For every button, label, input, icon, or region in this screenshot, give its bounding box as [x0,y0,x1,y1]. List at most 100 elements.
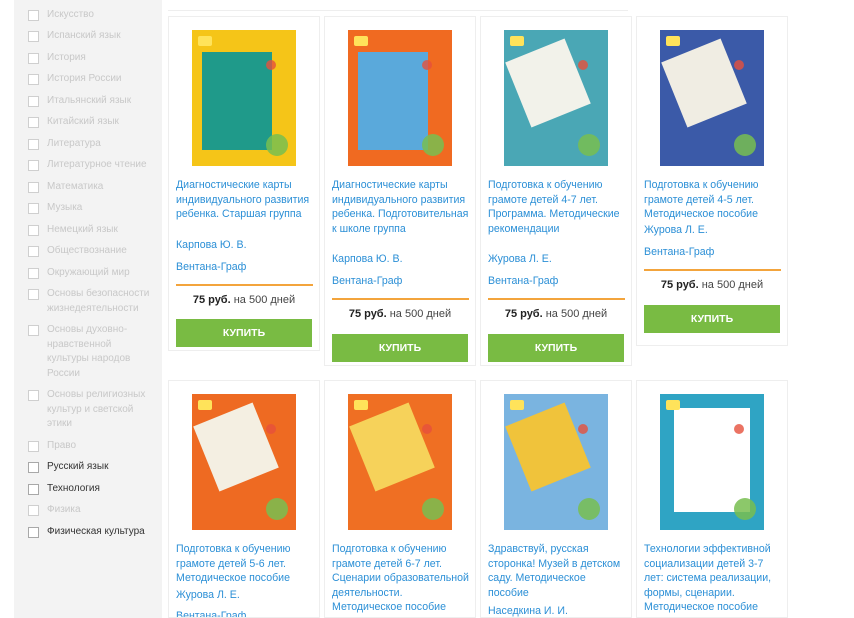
filter-label: История России [47,73,122,84]
product-price: 75 руб. на 500 дней [637,279,787,291]
filter-checkbox[interactable] [28,390,39,401]
product-card: Диагностические карты индивидуального ра… [168,16,320,351]
filter-checkbox[interactable] [28,267,39,279]
product-publisher-link[interactable]: Вентана-Граф [332,274,402,288]
price-divider [644,269,781,271]
product-card: Подготовка к обучению грамоте детей 5-6 … [168,380,320,618]
filter-item[interactable]: Искусство [14,8,162,30]
filter-checkbox[interactable] [28,31,39,42]
filter-item[interactable]: Окружающий мир [14,266,162,288]
filter-item[interactable]: История России [14,72,162,94]
filter-label: Окружающий мир [47,266,130,278]
price-period: на 500 дней [389,308,452,320]
filter-label: Музыка [47,202,83,213]
product-publisher-link[interactable]: Вентана-Граф [176,260,246,274]
filter-item[interactable]: Физика [14,503,162,525]
product-title-link[interactable]: Диагностические карты индивидуального ра… [332,178,471,236]
filter-item[interactable]: Физическая культура [14,525,162,547]
product-title-link[interactable]: Диагностические карты индивидуального ра… [176,178,315,222]
buy-button[interactable]: КУПИТЬ [332,334,468,362]
filter-item[interactable]: Русский язык [14,460,162,482]
filter-checkbox[interactable] [28,505,39,516]
filter-checkbox[interactable] [28,117,39,128]
product-title-link[interactable]: Технологии эффективной социализации дете… [644,542,783,615]
filter-item[interactable]: История [14,51,162,73]
filter-item[interactable]: Музыка [14,201,162,223]
product-author-link[interactable]: Журова Л. Е. [644,223,708,237]
product-author-link[interactable]: Журова Л. Е. [176,588,240,602]
book-cover-image[interactable] [192,30,296,166]
filter-label: Литературное чтение [47,159,147,170]
filter-label: Испанский язык [47,30,121,41]
filter-checkbox[interactable] [28,246,39,257]
filter-checkbox[interactable] [28,289,39,300]
book-cover-image[interactable] [504,394,608,530]
buy-button[interactable]: КУПИТЬ [644,305,780,333]
filter-item[interactable]: Астрономия [14,0,162,8]
filter-item[interactable]: Литературное чтение [14,158,162,180]
filter-item[interactable]: Технология [14,482,162,504]
price-value: 75 руб. [192,294,231,306]
buy-button[interactable]: КУПИТЬ [176,319,312,347]
product-title-link[interactable]: Подготовка к обучению грамоте детей 4-5 … [644,178,783,222]
price-divider [332,298,469,300]
filter-label: Физика [47,504,81,515]
filter-checkbox[interactable] [28,9,39,21]
filter-checkbox[interactable] [28,74,39,85]
product-title-link[interactable]: Здравствуй, русская сторонка! Музей в де… [488,542,627,600]
filter-checkbox[interactable] [28,325,39,336]
filter-checkbox[interactable] [28,203,39,214]
product-author-link[interactable]: Журова Л. Е. [488,252,552,266]
product-card: Подготовка к обучению грамоте детей 4-5 … [636,16,788,346]
filter-item[interactable]: Испанский язык [14,29,162,51]
filter-item[interactable]: Обществознание [14,244,162,266]
filter-label: Немецкий язык [47,223,118,235]
filter-item[interactable]: Основы религиозных культур и светской эт… [14,388,162,439]
product-publisher-link[interactable]: Вентана-Граф [176,609,246,617]
book-cover-image[interactable] [504,30,608,166]
filter-checkbox[interactable] [28,52,39,64]
product-title-link[interactable]: Подготовка к обучению грамоте детей 6-7 … [332,542,471,615]
filter-item[interactable]: Итальянский язык [14,94,162,116]
filter-item[interactable]: Литература [14,137,162,159]
price-period: на 500 дней [701,279,764,291]
filter-checkbox[interactable] [28,483,39,495]
filter-checkbox[interactable] [28,440,39,452]
product-card: Диагностические карты индивидуального ра… [324,16,476,366]
buy-button[interactable]: КУПИТЬ [488,334,624,362]
filter-checkbox[interactable] [28,181,39,193]
filter-checkbox[interactable] [28,138,39,150]
book-cover-image[interactable] [660,30,764,166]
filter-checkbox[interactable] [28,95,39,107]
product-author-link[interactable]: Карпова Ю. В. [176,238,247,252]
filter-item[interactable]: Основы духовно-нравственной культуры нар… [14,323,162,388]
book-cover-image[interactable] [192,394,296,530]
filter-item[interactable]: Немецкий язык [14,223,162,245]
filter-item[interactable]: Право [14,439,162,461]
product-card: Подготовка к обучению грамоте детей 6-7 … [324,380,476,618]
filter-item[interactable]: Математика [14,180,162,202]
filter-checkbox[interactable] [28,224,39,236]
product-card: Технологии эффективной социализации дете… [636,380,788,618]
filter-item[interactable]: Основы безопасности жизнедеятельности [14,287,162,323]
product-author-link[interactable]: Наседкина И. И. [488,604,568,617]
product-price: 75 руб. на 500 дней [325,308,475,320]
book-cover-image[interactable] [348,30,452,166]
product-publisher-link[interactable]: Вентана-Граф [644,245,714,259]
price-value: 75 руб. [504,308,543,320]
filter-label: Китайский язык [47,116,119,127]
filter-label: Основы религиозных культур и светской эт… [47,389,146,429]
filter-label: Литература [47,137,101,149]
product-author-link[interactable]: Карпова Ю. В. [332,252,403,266]
product-title-link[interactable]: Подготовка к обучению грамоте детей 5-6 … [176,542,315,586]
filter-checkbox[interactable] [28,462,39,473]
book-cover-image[interactable] [660,394,764,530]
filter-label: Математика [47,180,104,192]
filter-checkbox[interactable] [28,526,39,538]
product-publisher-link[interactable]: Вентана-Граф [488,274,558,288]
product-title-link[interactable]: Подготовка к обучению грамоте детей 4-7 … [488,178,627,236]
filter-checkbox[interactable] [28,160,39,171]
filter-item[interactable]: Китайский язык [14,115,162,137]
filter-label: Обществознание [47,245,127,256]
book-cover-image[interactable] [348,394,452,530]
